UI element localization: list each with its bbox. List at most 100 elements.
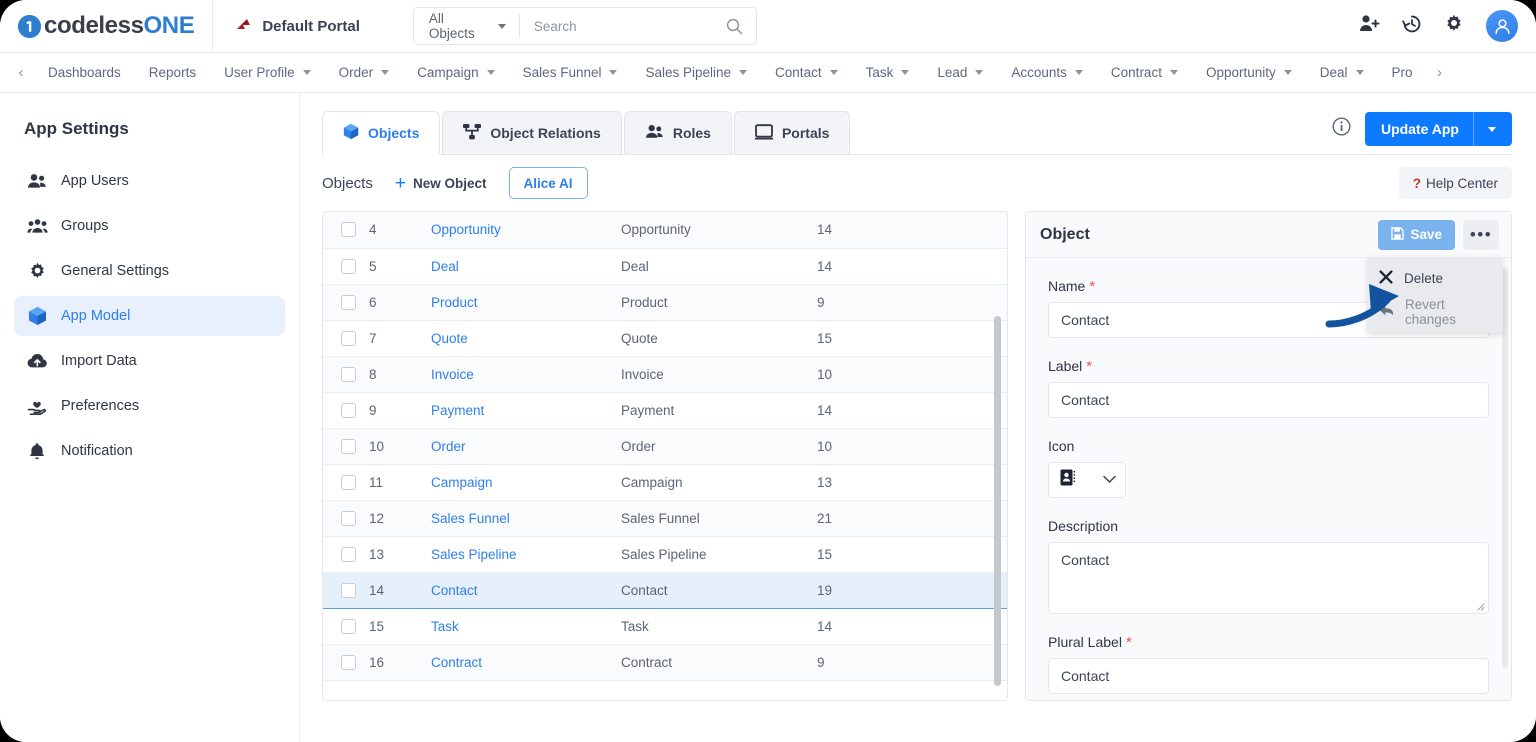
info-icon[interactable] bbox=[1332, 117, 1351, 141]
sidebar-item-general-settings[interactable]: General Settings bbox=[14, 251, 285, 291]
table-row-selected[interactable]: 14 Contact Contact 19 bbox=[323, 571, 1007, 609]
row-name[interactable]: Task bbox=[431, 608, 621, 645]
chevron-down-icon[interactable] bbox=[1473, 112, 1496, 146]
tab-objects[interactable]: Objects bbox=[322, 111, 441, 155]
table-row[interactable]: 4 Opportunity Opportunity 14 bbox=[323, 212, 1007, 249]
row-checkbox[interactable] bbox=[341, 402, 356, 418]
row-name[interactable]: Invoice bbox=[431, 356, 621, 393]
row-name-link[interactable]: Sales Pipeline bbox=[431, 547, 517, 562]
row-checkbox-cell[interactable] bbox=[323, 428, 369, 465]
row-checkbox[interactable] bbox=[341, 294, 356, 310]
row-name[interactable]: Contact bbox=[431, 571, 621, 609]
nav-item-sales-funnel[interactable]: Sales Funnel bbox=[509, 53, 632, 92]
row-checkbox[interactable] bbox=[341, 366, 356, 382]
nav-item-contract[interactable]: Contract bbox=[1097, 53, 1192, 92]
row-checkbox-cell[interactable] bbox=[323, 571, 369, 609]
sidebar-item-app-model[interactable]: App Model bbox=[14, 296, 285, 336]
row-checkbox[interactable] bbox=[341, 438, 356, 454]
nav-item-opportunity[interactable]: Opportunity bbox=[1192, 53, 1306, 92]
row-name[interactable]: Contract bbox=[431, 644, 621, 681]
row-name-link[interactable]: Order bbox=[431, 439, 466, 454]
row-name-link[interactable]: Opportunity bbox=[431, 222, 501, 237]
table-row[interactable]: 16 Contract Contract 9 bbox=[323, 644, 1007, 681]
label-input[interactable]: Contact bbox=[1048, 382, 1489, 418]
sidebar-item-app-users[interactable]: App Users bbox=[14, 161, 285, 201]
row-name-link[interactable]: Product bbox=[431, 295, 478, 310]
row-checkbox-cell[interactable] bbox=[323, 248, 369, 285]
row-checkbox[interactable] bbox=[341, 582, 356, 598]
table-row[interactable]: 11 Campaign Campaign 13 bbox=[323, 464, 1007, 501]
sidebar-item-groups[interactable]: Groups bbox=[14, 206, 285, 246]
row-name[interactable]: Opportunity bbox=[431, 212, 621, 249]
table-row[interactable]: 7 Quote Quote 15 bbox=[323, 320, 1007, 357]
scope-selector[interactable]: All Objects bbox=[414, 8, 519, 44]
row-checkbox-cell[interactable] bbox=[323, 356, 369, 393]
table-row[interactable]: 5 Deal Deal 14 bbox=[323, 248, 1007, 285]
row-checkbox-cell[interactable] bbox=[323, 464, 369, 501]
nav-item-user-profile[interactable]: User Profile bbox=[210, 53, 325, 92]
row-name-link[interactable]: Quote bbox=[431, 331, 468, 346]
nav-item-task[interactable]: Task bbox=[852, 53, 924, 92]
nav-item-lead[interactable]: Lead bbox=[923, 53, 997, 92]
nav-item-accounts[interactable]: Accounts bbox=[997, 53, 1097, 92]
nav-item-order[interactable]: Order bbox=[325, 53, 404, 92]
new-object-button[interactable]: + New Object bbox=[395, 174, 487, 193]
row-checkbox[interactable] bbox=[341, 258, 356, 274]
row-checkbox-cell[interactable] bbox=[323, 320, 369, 357]
table-row[interactable]: 8 Invoice Invoice 10 bbox=[323, 356, 1007, 393]
alice-ai-button[interactable]: Alice AI bbox=[508, 167, 588, 199]
sidebar-item-notification[interactable]: Notification bbox=[14, 431, 285, 471]
resize-grip-icon[interactable] bbox=[1476, 602, 1485, 611]
row-checkbox-cell[interactable] bbox=[323, 284, 369, 321]
row-checkbox-cell[interactable] bbox=[323, 500, 369, 537]
plural-label-input[interactable]: Contact bbox=[1048, 658, 1489, 694]
more-actions-button[interactable]: ••• bbox=[1463, 219, 1499, 250]
add-user-icon[interactable] bbox=[1359, 14, 1380, 38]
sidebar-item-preferences[interactable]: Preferences bbox=[14, 386, 285, 426]
table-row[interactable]: 12 Sales Funnel Sales Funnel 21 bbox=[323, 500, 1007, 537]
menu-item-delete[interactable]: Delete bbox=[1367, 261, 1503, 295]
row-name-link[interactable]: Campaign bbox=[431, 475, 493, 490]
row-name-link[interactable]: Contract bbox=[431, 655, 482, 670]
objects-table-scrollbar[interactable] bbox=[994, 316, 1001, 686]
row-checkbox[interactable] bbox=[341, 510, 356, 526]
row-checkbox-cell[interactable] bbox=[323, 644, 369, 681]
tab-portals[interactable]: Portals bbox=[733, 111, 851, 154]
row-checkbox[interactable] bbox=[341, 330, 356, 346]
description-textarea[interactable]: Contact bbox=[1048, 542, 1489, 614]
row-name[interactable]: Deal bbox=[431, 248, 621, 285]
row-checkbox-cell[interactable] bbox=[323, 536, 369, 573]
row-checkbox[interactable] bbox=[341, 474, 356, 490]
row-name[interactable]: Order bbox=[431, 428, 621, 465]
row-name[interactable]: Quote bbox=[431, 320, 621, 357]
row-checkbox[interactable] bbox=[341, 546, 356, 562]
row-name-link[interactable]: Contact bbox=[431, 583, 478, 598]
objects-table-scroll[interactable]: 4 Opportunity Opportunity 14 5 Deal Deal… bbox=[323, 212, 1007, 700]
tab-object-relations[interactable]: Object Relations bbox=[442, 111, 622, 154]
row-name[interactable]: Sales Pipeline bbox=[431, 536, 621, 573]
search-input[interactable] bbox=[519, 17, 713, 35]
table-row[interactable]: 13 Sales Pipeline Sales Pipeline 15 bbox=[323, 536, 1007, 573]
save-button[interactable]: Save bbox=[1378, 219, 1455, 250]
row-checkbox[interactable] bbox=[341, 222, 356, 238]
nav-scroll-right-icon[interactable]: › bbox=[1427, 64, 1453, 81]
avatar[interactable] bbox=[1486, 10, 1518, 42]
row-checkbox-cell[interactable] bbox=[323, 212, 369, 249]
nav-item-sales-pipeline[interactable]: Sales Pipeline bbox=[631, 53, 761, 92]
gear-icon[interactable] bbox=[1444, 14, 1464, 39]
update-app-button[interactable]: Update App bbox=[1364, 112, 1512, 146]
row-name[interactable]: Campaign bbox=[431, 464, 621, 501]
row-name-link[interactable]: Deal bbox=[431, 259, 459, 274]
table-row[interactable]: 10 Order Order 10 bbox=[323, 428, 1007, 465]
row-name[interactable]: Sales Funnel bbox=[431, 500, 621, 537]
row-checkbox-cell[interactable] bbox=[323, 608, 369, 645]
row-name[interactable]: Product bbox=[431, 284, 621, 321]
nav-item-reports[interactable]: Reports bbox=[135, 53, 210, 92]
row-name-link[interactable]: Invoice bbox=[431, 367, 474, 382]
row-checkbox-cell[interactable] bbox=[323, 392, 369, 429]
nav-item-campaign[interactable]: Campaign bbox=[403, 53, 509, 92]
row-name-link[interactable]: Sales Funnel bbox=[431, 511, 510, 526]
table-row[interactable]: 15 Task Task 14 bbox=[323, 608, 1007, 645]
icon-select[interactable] bbox=[1048, 462, 1126, 498]
search-icon[interactable] bbox=[713, 18, 756, 35]
